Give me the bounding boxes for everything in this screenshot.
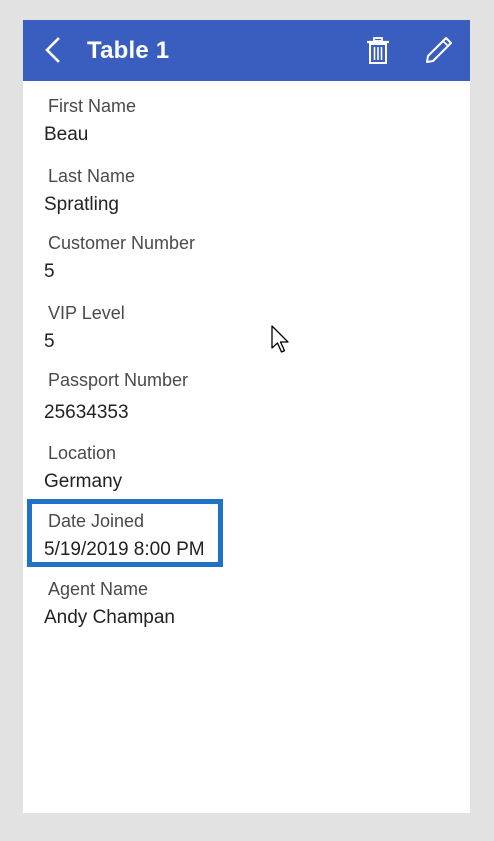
field-value: 5 [44, 261, 55, 282]
field-value: Spratling [44, 194, 119, 215]
field-value: 5 [44, 331, 55, 352]
field-label: VIP Level [48, 303, 125, 323]
edit-button[interactable] [423, 34, 455, 66]
pencil-icon [426, 37, 452, 63]
field-label: Date Joined [48, 511, 145, 531]
header-bar: Table 1 [23, 20, 470, 81]
field-label: Last Name [48, 166, 136, 186]
detail-screen: Table 1 First Name Beau Last Name Spratl… [23, 20, 470, 813]
field-value: Germany [44, 471, 123, 492]
field-label: Passport Number [48, 370, 189, 390]
field-label: Agent Name [48, 579, 149, 599]
field-value: 25634353 [44, 402, 129, 423]
chevron-left-icon [45, 37, 60, 63]
field-label: First Name [48, 96, 137, 116]
field-value: Andy Champan [44, 607, 175, 628]
field-value: Beau [44, 124, 89, 145]
delete-button[interactable] [363, 35, 393, 67]
page-title: Table 1 [87, 37, 170, 64]
back-button[interactable] [39, 34, 71, 66]
field-label: Location [48, 443, 117, 463]
trash-icon [367, 37, 389, 64]
field-value: 5/19/2019 8:00 PM [44, 539, 205, 560]
field-label: Customer Number [48, 233, 196, 253]
